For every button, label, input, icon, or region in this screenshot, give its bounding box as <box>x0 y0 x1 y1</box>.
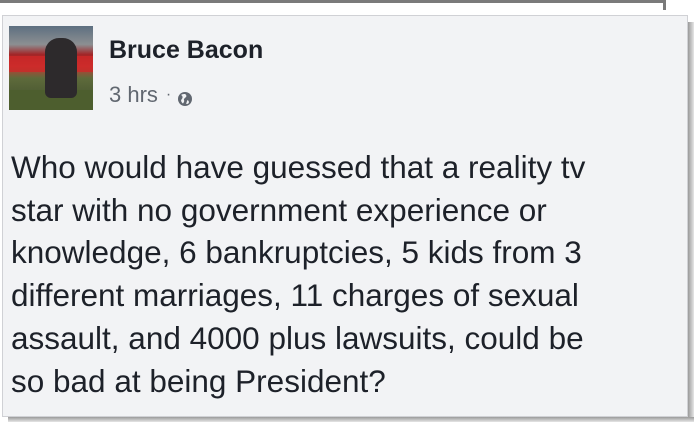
card-shadow-right <box>688 22 694 420</box>
avatar-figure <box>45 38 77 98</box>
card-shadow-bottom <box>8 417 694 422</box>
meta-separator: · <box>165 86 172 103</box>
avatar[interactable] <box>9 26 93 110</box>
author-name[interactable]: Bruce Bacon <box>109 36 263 65</box>
post-card: Bruce Bacon 3 hrs · Who would have guess… <box>2 15 688 417</box>
top-divider-corner <box>663 0 666 10</box>
post-text: Who would have guessed that a reality tv… <box>11 149 586 399</box>
top-divider <box>0 0 666 3</box>
post-timestamp[interactable]: 3 hrs <box>109 82 158 108</box>
globe-icon[interactable] <box>177 87 193 106</box>
post-meta: 3 hrs · <box>109 80 193 110</box>
